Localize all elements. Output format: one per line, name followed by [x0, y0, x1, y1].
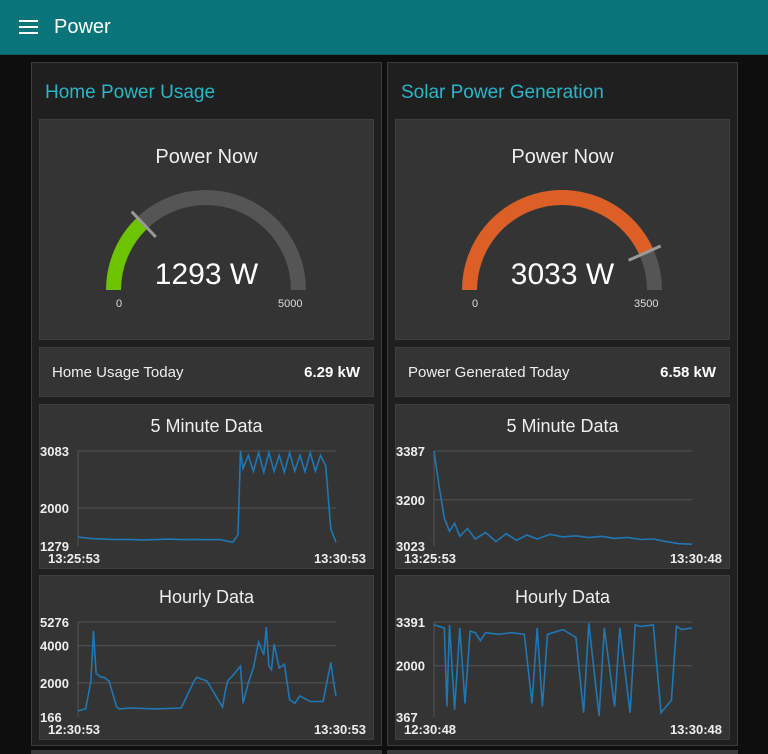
power-gauge [462, 190, 662, 291]
series-line [77, 449, 337, 544]
gauge-min-label: 0 [116, 298, 123, 310]
toolbar: Power [0, 0, 768, 55]
gauge-max-label: 3500 [634, 298, 659, 310]
hourly-chart-card: Hourly Data 3391 2000 367 12:30:48 13:30:48 [395, 575, 730, 740]
hourly-chart: 52762000400016612:30:53 13:30:53 [40, 615, 366, 737]
series-line [433, 450, 693, 545]
y-max-label: 3083 [40, 444, 69, 459]
group-title: Solar Power Generation [401, 82, 604, 103]
y-tick-label: 2000 [396, 659, 425, 674]
x-end-label: 13:30:53 [314, 722, 366, 737]
hourly-chart: 3391200036712:30:48 13:30:48 [396, 615, 722, 737]
generated-today-value: 6.58 kW [660, 363, 716, 381]
x-end-label: 13:30:48 [670, 551, 722, 566]
x-end-label: 13:30:53 [314, 551, 366, 566]
y-max-label: 5276 [40, 615, 69, 630]
group-home-power-usage: Home Power Usage Power Now 1293 W 0 5000… [31, 62, 382, 746]
gauge-card: Power Now 1293 W 0 5000 [39, 119, 374, 340]
usage-today-card: Home Usage Today 6.29 kW [39, 347, 374, 397]
x-start-label: 12:30:53 [48, 722, 100, 737]
five-minute-chart: 33873200302313:25:53 13:30:48 [396, 444, 722, 566]
five-minute-chart: 30832000127913:25:53 13:30:53 [40, 444, 366, 566]
series-line [433, 623, 693, 717]
generated-today-label: Power Generated Today [408, 363, 570, 381]
hamburger-menu-icon[interactable] [0, 0, 56, 55]
y-tick-label: 2000 [40, 501, 69, 516]
x-start-label: 13:25:53 [404, 551, 456, 566]
app-title: Power [54, 15, 111, 38]
five-minute-chart-card: 5 Minute Data 3083 2000 1279 13:25:53 13:30:… [39, 404, 374, 569]
y-tick-label: 3200 [396, 493, 425, 508]
x-end-label: 13:30:48 [670, 722, 722, 737]
hourly-chart-card: Hourly Data 5276 2000 4000 166 12:30:53 13:30… [39, 575, 374, 740]
usage-today-label: Home Usage Today [52, 363, 184, 381]
gauge-min-label: 0 [472, 298, 479, 310]
gauge-max-label: 5000 [278, 298, 303, 310]
next-group-edge [31, 750, 382, 754]
gauge-value: 1293 W [154, 258, 259, 291]
y-max-label: 3391 [396, 615, 425, 630]
usage-today-value: 6.29 kW [304, 363, 360, 381]
generated-today-card: Power Generated Today 6.58 kW [395, 347, 730, 397]
x-start-label: 12:30:48 [404, 722, 456, 737]
y-tick-label: 2000 [40, 676, 69, 691]
gauge-card: Power Now 3033 W 0 3500 [395, 119, 730, 340]
series-line [77, 627, 337, 712]
x-start-label: 13:25:53 [48, 551, 100, 566]
group-solar-power-generation: Solar Power Generation Power Now 3033 W … [387, 62, 738, 746]
y-tick-label: 4000 [40, 639, 69, 654]
next-group-edge [387, 750, 738, 754]
power-gauge [106, 190, 306, 291]
group-title: Home Power Usage [45, 82, 216, 103]
gauge-value: 3033 W [510, 258, 615, 291]
y-max-label: 3387 [396, 444, 425, 459]
five-minute-chart-card: 5 Minute Data 3387 3200 3023 13:25:53 13:30:… [395, 404, 730, 569]
